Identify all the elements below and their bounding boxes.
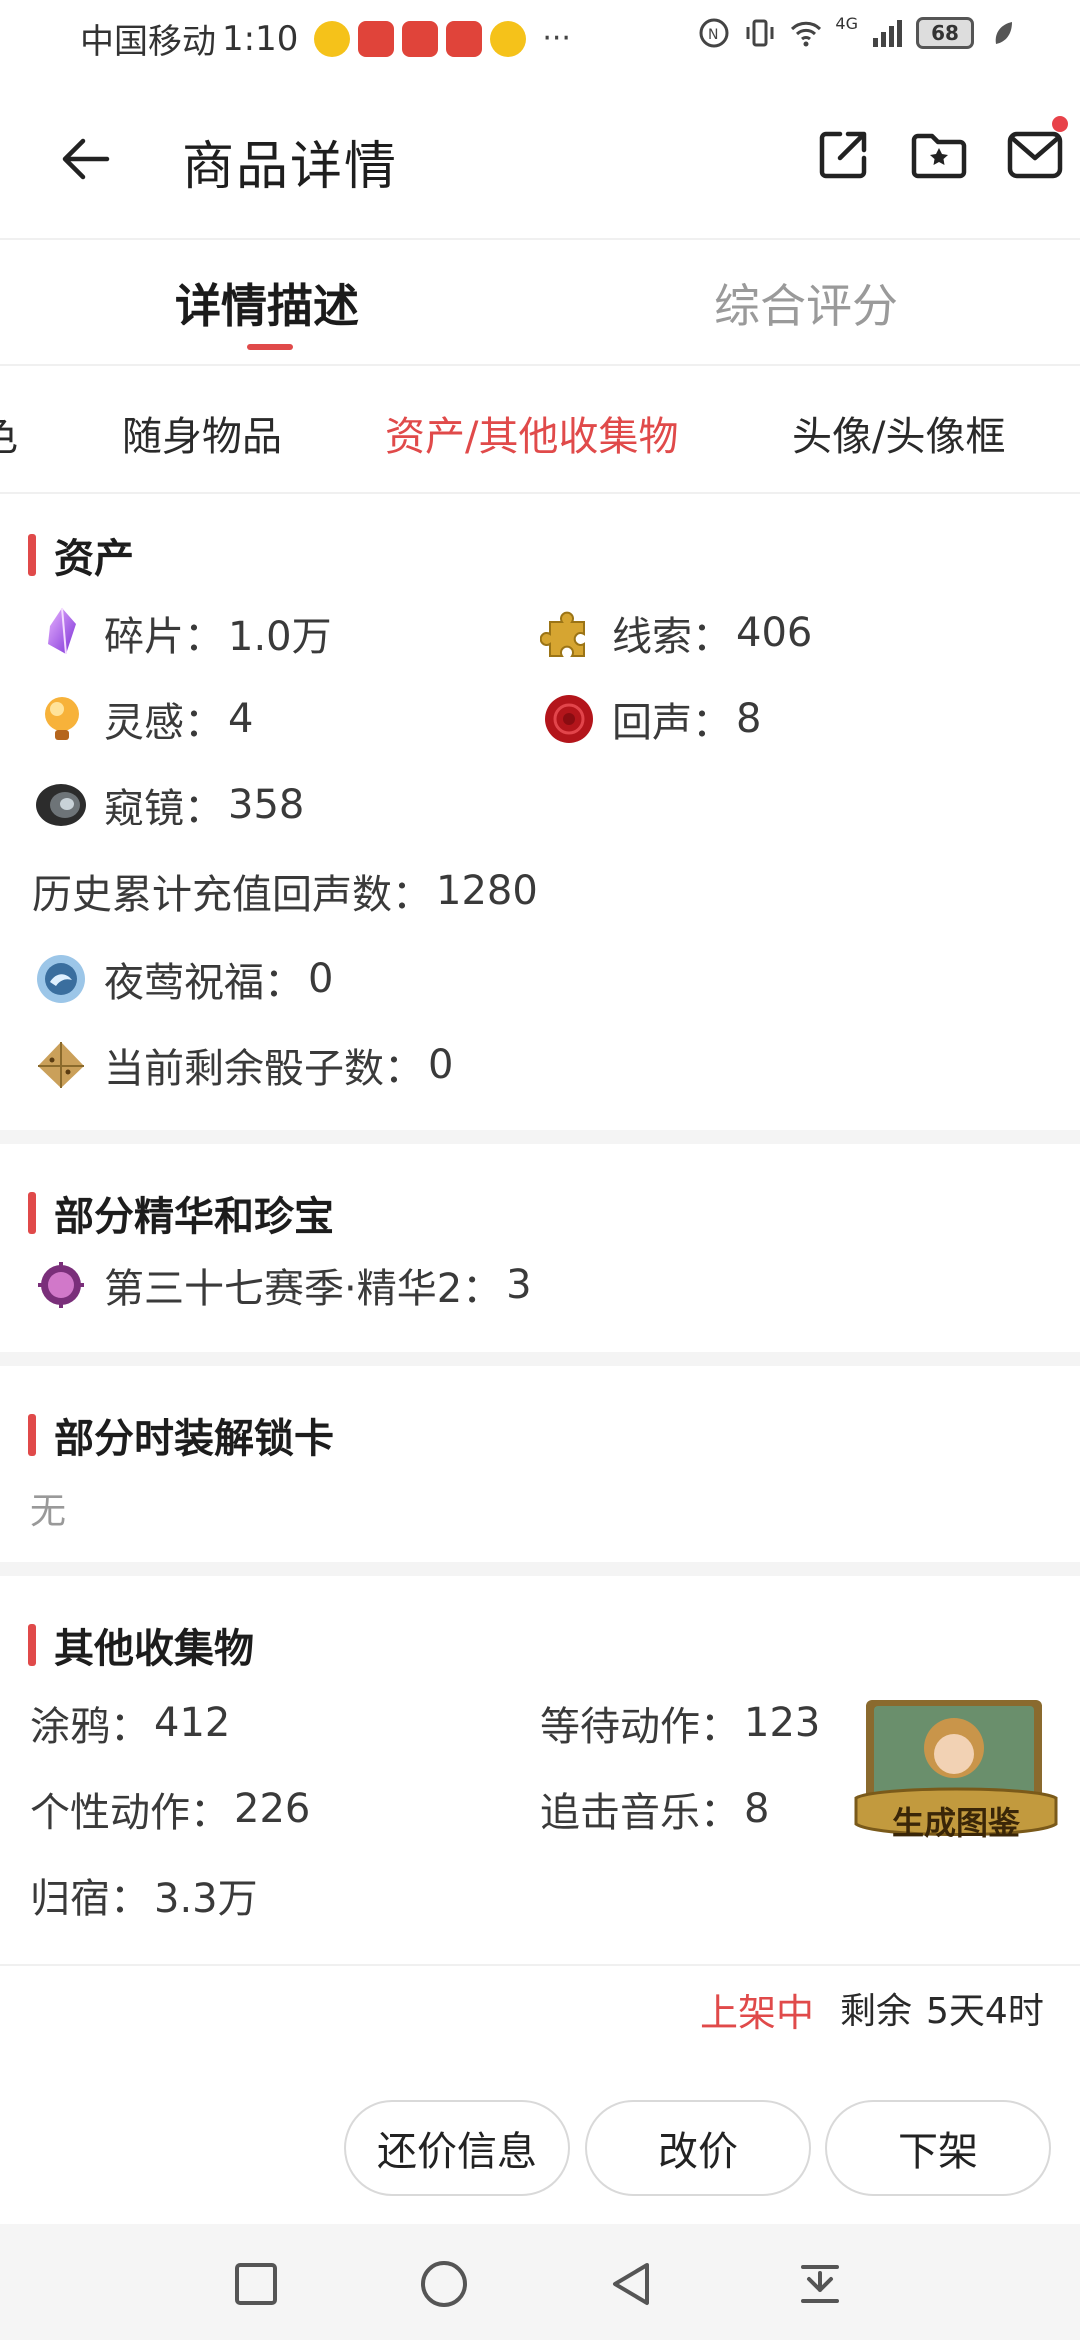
empty-value: 无 [30, 1491, 67, 1532]
active-tab-indicator [247, 344, 293, 350]
wifi-icon [791, 21, 822, 47]
section-marker [28, 1414, 36, 1456]
lightbulb-inspiration-icon [45, 697, 79, 740]
circle-icon [421, 2261, 467, 2307]
folder-star-icon [911, 133, 967, 179]
app-notification-icon [358, 20, 395, 57]
section-divider [0, 1562, 1080, 1576]
essence-item: 第三十七赛季·精华2： 3 [32, 1256, 532, 1314]
listing-status: 上架中 [700, 1991, 815, 2035]
back-nav-button[interactable] [602, 2254, 662, 2314]
asset-item-dice: 当前剩余骰子数： 0 [32, 1036, 453, 1094]
sub-tab-bar: 色 随身物品 资产/其他收集物 头像/头像框 [0, 368, 1080, 494]
change-price-button[interactable]: 改价 [585, 2100, 811, 2196]
app-notification-icon [402, 20, 439, 57]
weibo-notification-icon [314, 20, 351, 57]
footer-divider [0, 1964, 1080, 1966]
costume-cards-section-header: 部分时装解锁卡 [28, 1406, 334, 1464]
collectible-personal-emote: 个性动作： 226 [30, 1786, 311, 1836]
favorite-button[interactable] [908, 124, 970, 186]
vibrate-icon [746, 19, 774, 47]
app-bar: 商品详情 [0, 80, 1080, 240]
section-divider [0, 1352, 1080, 1366]
subtab-avatar[interactable]: 头像/头像框 [792, 404, 1005, 462]
asset-item-total-recharge: 历史累计充值回声数： 1280 [32, 868, 538, 918]
clock: 1:10 [222, 18, 299, 59]
subtab-assets[interactable]: 资产/其他收集物 [385, 404, 678, 462]
section-marker [28, 1192, 36, 1234]
back-button[interactable] [50, 124, 120, 194]
status-bar: 中国移动 1:10 ··· N 4G 68 [0, 0, 1080, 76]
collectible-home: 归宿： 3.3万 [30, 1876, 258, 1922]
page-title: 商品详情 [182, 137, 399, 197]
weibo-notification-icon [490, 20, 527, 57]
lens-icon [36, 784, 86, 826]
pull-down-icon [801, 2265, 839, 2303]
shard-icon [48, 607, 76, 655]
message-button[interactable] [1004, 116, 1068, 186]
assets-section-header: 资产 [28, 526, 134, 584]
arrow-left-icon [62, 138, 110, 180]
generate-illustration-button[interactable]: 生成图鉴 [852, 1690, 1060, 1850]
delist-button[interactable]: 下架 [825, 2100, 1051, 2196]
asset-item-inspiration: 灵感： 4 [32, 690, 253, 748]
collectible-graffiti: 涂鸦： 412 [30, 1700, 231, 1750]
triangle-back-icon [613, 2263, 649, 2305]
carrier-name: 中国移动 [80, 22, 216, 62]
asset-item-lens: 窥镜： 358 [32, 776, 304, 834]
nfc-icon: N [699, 18, 729, 48]
collectible-idle-emote: 等待动作： 123 [540, 1700, 821, 1750]
tab-details[interactable]: 详情描述 [175, 270, 359, 336]
home-button[interactable] [414, 2254, 474, 2314]
subtab-role[interactable]: 色 [0, 404, 18, 462]
tab-rating[interactable]: 综合评分 [714, 270, 898, 336]
network-type: 4G [835, 13, 858, 33]
subtab-accessories[interactable]: 随身物品 [122, 404, 282, 462]
dice-icon [38, 1042, 84, 1088]
section-title: 部分时装解锁卡 [54, 1416, 334, 1462]
wax-seal-echo-icon [545, 695, 593, 743]
huawei-notification-icon [446, 20, 483, 57]
section-title: 部分精华和珍宝 [54, 1194, 334, 1240]
leaf-icon [995, 22, 1012, 44]
section-divider [0, 1130, 1080, 1144]
collectible-chase-music: 追击音乐： 8 [540, 1786, 770, 1836]
more-notifications: ··· [542, 21, 571, 56]
remaining-time: 剩余 5天4时 [840, 1991, 1044, 2032]
system-nav-bar [0, 2224, 1080, 2340]
nightingale-blessing-icon [37, 955, 85, 1003]
share-button[interactable] [812, 124, 874, 186]
asset-item-shard: 碎片： 1.0万 [32, 604, 332, 662]
square-icon [235, 2263, 277, 2305]
asset-item-echo: 回声： 8 [540, 690, 761, 748]
counter-offer-button[interactable]: 还价信息 [344, 2100, 570, 2196]
notification-pull-button[interactable] [790, 2254, 850, 2314]
puzzle-clue-icon [540, 611, 585, 657]
svg-text:N: N [708, 27, 718, 43]
essence-icon [38, 1262, 84, 1308]
other-collectibles-section-header: 其他收集物 [28, 1616, 254, 1674]
section-marker [28, 534, 36, 576]
illustration-label: 生成图鉴 [891, 1804, 1020, 1842]
asset-item-clue: 线索： 406 [540, 604, 812, 662]
battery-icon: 68 [916, 17, 974, 49]
asset-item-nightingale: 夜莺祝福： 0 [32, 950, 333, 1008]
share-icon [819, 131, 867, 179]
section-marker [28, 1624, 36, 1666]
unread-badge [1052, 116, 1068, 132]
main-tab-bar: 详情描述 综合评分 [0, 240, 1080, 366]
recent-apps-button[interactable] [226, 2254, 286, 2314]
signal-icon [873, 20, 902, 47]
essence-section-header: 部分精华和珍宝 [28, 1184, 334, 1242]
section-title: 其他收集物 [54, 1626, 254, 1672]
section-title: 资产 [54, 536, 134, 582]
mail-icon [1007, 131, 1063, 179]
